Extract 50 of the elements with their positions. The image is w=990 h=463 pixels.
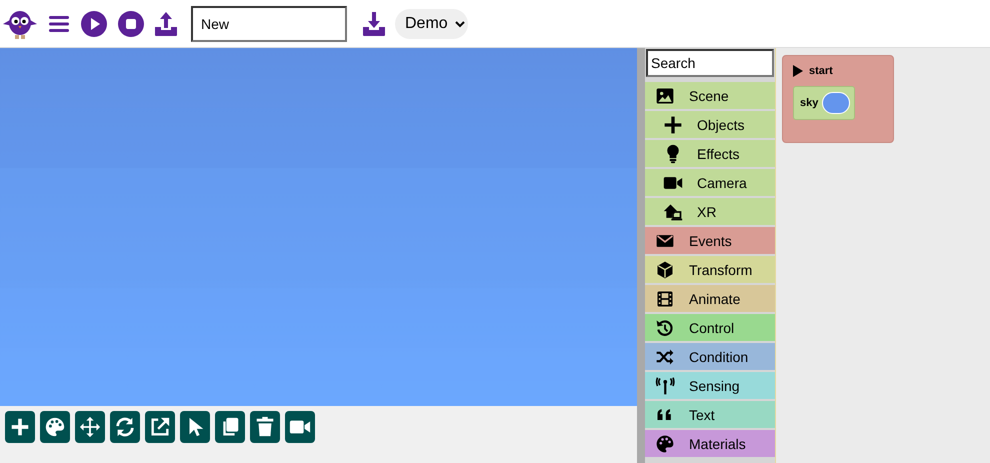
refresh-button[interactable] <box>110 411 140 443</box>
image-icon <box>655 86 675 106</box>
category-item[interactable]: Scene <box>645 82 775 109</box>
cube-icon <box>655 260 675 280</box>
plus-icon <box>663 114 683 134</box>
palette-icon <box>655 434 675 454</box>
plus-button[interactable] <box>5 411 35 443</box>
category-item[interactable]: Materials <box>645 430 775 457</box>
external-link-button[interactable] <box>145 411 175 443</box>
stop-button[interactable] <box>117 10 145 38</box>
download-button[interactable] <box>362 10 386 36</box>
palette-button[interactable] <box>40 411 70 443</box>
project-name-field[interactable]: New <box>191 6 347 42</box>
category-item[interactable]: Animate <box>645 285 775 312</box>
start-block[interactable]: start sky <box>782 55 894 143</box>
video-button[interactable] <box>285 411 315 443</box>
color-swatch[interactable] <box>822 92 850 114</box>
antenna-icon <box>655 376 675 396</box>
move-arrows-button[interactable] <box>75 411 105 443</box>
category-item[interactable]: Text <box>645 401 775 428</box>
palette-icon <box>44 416 66 438</box>
category-item[interactable]: Events <box>645 227 775 254</box>
trash-icon <box>254 416 276 438</box>
category-item[interactable]: Effects <box>645 140 775 167</box>
upload-button[interactable] <box>154 10 178 36</box>
category-item[interactable]: Sensing <box>645 372 775 399</box>
film-icon <box>655 288 675 308</box>
history-icon <box>655 318 675 338</box>
block-label: sky <box>800 97 818 109</box>
move-arrows-icon <box>79 416 101 438</box>
external-link-icon <box>149 416 171 438</box>
category-item[interactable]: Condition <box>645 343 775 370</box>
example-select[interactable]: Demo <box>395 8 468 38</box>
category-item[interactable]: Camera <box>645 169 775 196</box>
block-label: start <box>809 65 833 77</box>
category-item[interactable]: Control <box>645 314 775 341</box>
play-button[interactable] <box>80 10 108 38</box>
cursor-button[interactable] <box>180 411 210 443</box>
search-field[interactable]: Search <box>646 49 774 77</box>
shuffle-icon <box>655 346 675 366</box>
category-item[interactable]: XR <box>645 198 775 225</box>
plus-icon <box>9 416 31 438</box>
refresh-icon <box>114 416 136 438</box>
house-screen-icon <box>663 202 683 222</box>
play-icon <box>793 65 803 77</box>
copy-button[interactable] <box>215 411 245 443</box>
category-item[interactable]: Transform <box>645 256 775 283</box>
trash-button[interactable] <box>250 411 280 443</box>
sky-block[interactable]: sky <box>793 86 855 120</box>
category-item[interactable]: Objects <box>645 111 775 138</box>
